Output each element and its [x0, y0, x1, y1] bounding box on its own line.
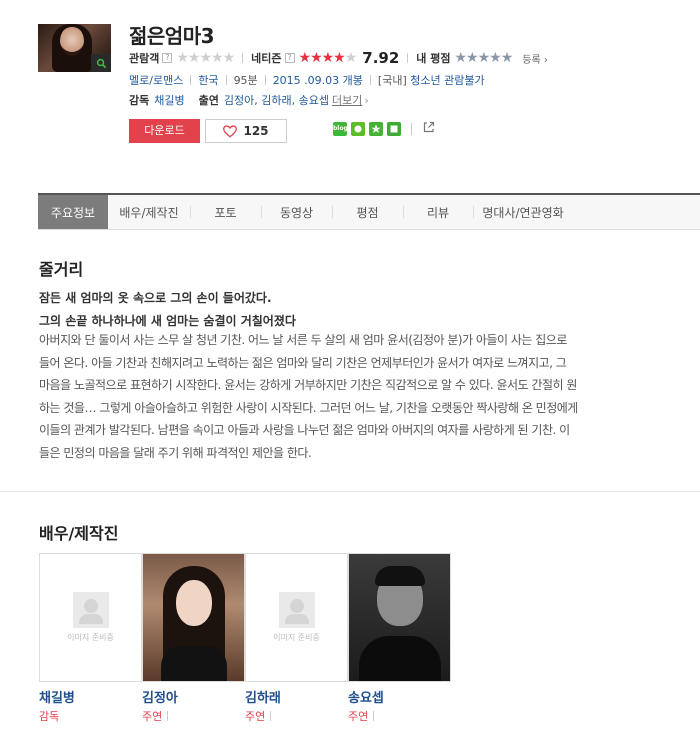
help-icon[interactable]: ? — [284, 53, 295, 63]
cast-role: 감독 — [39, 710, 60, 723]
tab-review[interactable]: 리뷰 — [403, 195, 473, 229]
cast-photo[interactable]: 이미지 준비중 — [245, 553, 348, 682]
divider — [369, 75, 371, 85]
actor-photo — [143, 554, 244, 681]
heart-icon — [223, 124, 238, 138]
movie-poster[interactable] — [38, 24, 111, 72]
grade-prefix: [국내] — [377, 74, 407, 87]
genre-link[interactable]: 멜로/로맨스 — [129, 72, 183, 88]
star-icon[interactable] — [369, 121, 383, 136]
synopsis-line: 아버지와 단 둘이서 사는 스무 살 청년 기찬. 어느 날 서른 두 살의 새… — [39, 333, 567, 347]
blog-icon[interactable]: blog — [333, 121, 348, 136]
placeholder-text: 이미지 준비중 — [67, 633, 114, 642]
cast-links[interactable]: 김정아, 김하래, 송요셉 — [224, 92, 329, 108]
tab-video[interactable]: 동영상 — [261, 195, 332, 229]
audience-rating-label: 관람객 — [129, 52, 160, 65]
grade-link[interactable]: 청소년 관람불가 — [410, 72, 484, 88]
synopsis-heading: 줄거리 — [39, 260, 84, 279]
netizen-rating-label: 네티즌 — [251, 52, 282, 65]
tab-quotes-related[interactable]: 명대사/연관영화 — [473, 195, 573, 229]
kakao-icon[interactable] — [351, 121, 365, 136]
tab-cast-crew[interactable]: 배우/제작진 — [108, 195, 190, 229]
divider — [407, 53, 409, 63]
cast-name-link[interactable]: 김하래 — [245, 687, 281, 706]
country-link[interactable]: 한국 — [198, 72, 218, 88]
cast-photo[interactable]: 이미지 준비중 — [39, 553, 142, 682]
synopsis-body: 아버지와 단 둘이서 사는 스무 살 청년 기찬. 어느 날 서른 두 살의 새… — [39, 329, 659, 464]
movie-info-row: 멜로/로맨스 한국 95분 2015 .09.03 개봉 [국내] 청소년 관람… — [129, 72, 485, 88]
image-placeholder: 이미지 준비중 — [40, 554, 141, 681]
placeholder-text: 이미지 준비중 — [273, 633, 320, 642]
person-placeholder-icon — [72, 592, 109, 628]
cast-photo[interactable] — [348, 553, 451, 682]
tab-rating[interactable]: 평점 — [332, 195, 403, 229]
poster-face — [60, 26, 84, 56]
director-label: 감독 — [129, 94, 150, 107]
crew-row: 감독 채길병 출연 김정아, 김하래, 송요셉 더보기 › — [129, 92, 369, 108]
audience-stars: ★★★★★ — [176, 50, 235, 66]
cast-name-link[interactable]: 김정아 — [142, 687, 178, 706]
image-placeholder: 이미지 준비중 — [246, 554, 347, 681]
cast-name-link[interactable]: 채길병 — [39, 687, 75, 706]
release-date-link[interactable]: 2015 .09.03 개봉 — [273, 72, 363, 88]
synopsis-line: 들은 민정의 마음을 달래 주기 위해 파격적인 제안을 한다. — [39, 445, 312, 460]
synopsis-line: 하는 것을… 그렇게 아슬아슬하고 위험한 사랑이 시작된다. 그러던 어느 날… — [39, 400, 578, 415]
synopsis-tagline-1: 잠든 새 엄마의 옷 속으로 그의 손이 들어갔다. — [39, 291, 272, 305]
magnifier-icon[interactable] — [91, 54, 111, 72]
divider — [264, 75, 266, 85]
more-link[interactable]: 더보기 — [332, 92, 362, 108]
actor-photo — [349, 554, 450, 681]
cast-label: 출연 — [198, 94, 219, 107]
divider — [225, 75, 227, 85]
synopsis-line: 들어 온다. 아들 기찬과 친해지려고 노력하는 젊은 엄마와 달리 기찬은 언… — [39, 355, 567, 370]
cast-name-link[interactable]: 송요셉 — [348, 687, 384, 706]
share-bar: blog — [333, 120, 436, 137]
my-rating-stars[interactable]: ★★★★★ — [455, 51, 514, 65]
register-rating-link[interactable]: 등록 › — [522, 51, 548, 66]
netizen-score: 7.92 — [362, 49, 400, 67]
tab-photo[interactable]: 포토 — [190, 195, 261, 229]
synopsis-line: 마음을 노골적으로 표현하기 시작한다. 윤서는 강하게 거부하지만 기찬은 직… — [39, 378, 577, 392]
divider — [411, 122, 412, 135]
help-icon[interactable]: ? — [162, 53, 173, 63]
share-export-icon[interactable] — [422, 120, 436, 137]
cast-role: 주연 — [245, 708, 272, 724]
cast-role: 주연 — [348, 708, 375, 724]
netizen-stars: ★★★★ ★ — [298, 50, 358, 66]
section-divider — [0, 491, 700, 492]
my-rating-label: 내 평점 — [416, 52, 451, 65]
divider — [190, 75, 192, 85]
runtime: 95분 — [233, 74, 258, 87]
cast-heading: 배우/제작진 — [39, 524, 119, 543]
square-icon[interactable] — [387, 121, 401, 136]
movie-title: 젊은엄마3 — [129, 24, 215, 48]
like-button[interactable]: 125 — [205, 119, 287, 143]
synopsis-line: 이들의 관계가 발각된다. 남편을 속이고 아들과 사랑을 나누던 젊은 엄마와… — [39, 423, 570, 437]
divider — [242, 53, 244, 63]
tab-main-info[interactable]: 주요정보 — [38, 195, 108, 229]
more-arrow: › — [364, 93, 369, 107]
movie-tabs: 주요정보 배우/제작진 포토 동영상 평점 리뷰 명대사/연관영화 — [38, 193, 700, 230]
synopsis-tagline-2: 그의 손끝 하나하나에 새 엄마는 숨결이 거칠어졌다 — [39, 314, 296, 328]
director-link[interactable]: 채길병 — [154, 92, 184, 108]
cast-photo[interactable] — [142, 553, 245, 682]
download-button[interactable]: 다운로드 — [129, 119, 200, 143]
like-count: 125 — [243, 124, 269, 138]
rating-row: 관람객 ? ★★★★★ 네티즌 ? ★★★★ ★ 7.92 내 평점 ★★★★★ … — [129, 49, 548, 67]
person-placeholder-icon — [278, 592, 315, 628]
cast-role: 주연 — [142, 708, 169, 724]
